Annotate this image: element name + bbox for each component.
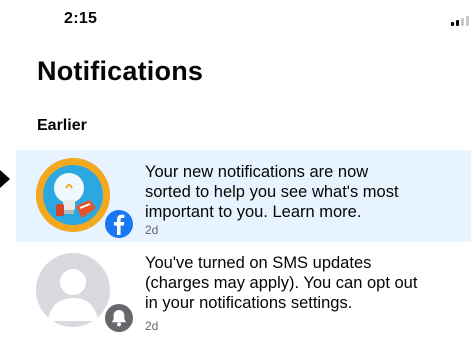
notification-text-line: You've turned on SMS updates: [145, 254, 372, 272]
status-bar: 2:15: [0, 0, 471, 40]
pointer-arrow-icon: [0, 170, 10, 188]
default-profile-icon: [36, 253, 110, 327]
notification-text-line: Your new notifications are now: [145, 163, 369, 181]
notification-item-sorted[interactable]: Your new notifications are now sorted to…: [16, 150, 471, 242]
bell-icon: [102, 301, 136, 335]
notification-text-line: important to you. Learn more.: [145, 203, 362, 221]
lightbulb-icon: [36, 158, 110, 232]
notification-text-line: in your notifications settings.: [145, 294, 353, 312]
notification-text-line: sorted to help you see what's most: [145, 183, 399, 201]
notification-timestamp: 2d: [145, 319, 159, 333]
section-header-earlier: Earlier: [37, 117, 87, 134]
notification-text: Your new notifications are now sorted to…: [145, 162, 399, 222]
notification-text: You've turned on SMS updates (charges ma…: [145, 253, 417, 313]
notification-item-sms[interactable]: You've turned on SMS updates (charges ma…: [16, 244, 471, 337]
cellular-signal-icon: [451, 16, 471, 26]
page-title: Notifications: [37, 56, 204, 86]
notification-timestamp: 2d: [145, 223, 159, 237]
status-time: 2:15: [64, 10, 98, 27]
notification-text-line: (charges may apply). You can opt out: [145, 274, 418, 292]
facebook-logo-icon: [102, 207, 136, 241]
